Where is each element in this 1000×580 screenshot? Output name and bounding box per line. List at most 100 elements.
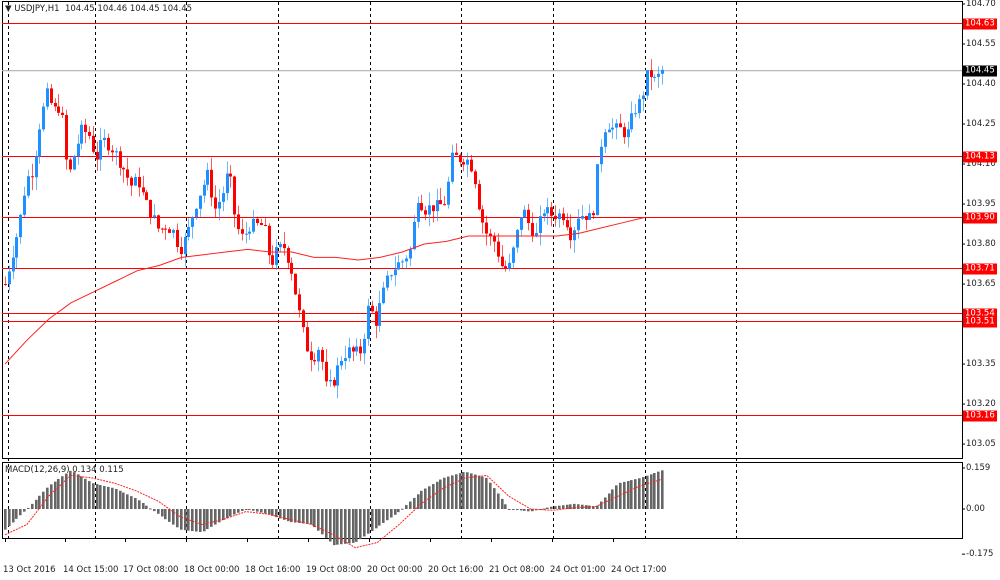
candle-body xyxy=(344,358,347,361)
candle-body xyxy=(451,152,454,182)
candle-body xyxy=(264,224,267,226)
macd-histogram-bar xyxy=(164,509,167,520)
candle-body xyxy=(233,176,236,215)
macd-histogram-bar xyxy=(203,509,206,532)
macd-histogram-bar xyxy=(443,477,446,509)
candle-body xyxy=(371,305,374,312)
macd-histogram-bar xyxy=(4,509,7,530)
macd-histogram-bar xyxy=(306,509,309,524)
macd-histogram-bar xyxy=(12,509,15,523)
macd-histogram-bar xyxy=(558,505,561,509)
candle-body xyxy=(401,261,404,263)
candle-body xyxy=(470,159,473,172)
macd-histogram-bar xyxy=(31,503,34,509)
macd-histogram-bar xyxy=(264,509,267,514)
candle-body xyxy=(661,69,664,74)
candle-body xyxy=(546,207,549,214)
candle-body xyxy=(203,184,206,196)
candle-body xyxy=(306,327,309,352)
candle-body xyxy=(413,221,416,250)
x-tick-label: 13 Oct 2016 xyxy=(3,565,56,575)
candle-body xyxy=(206,169,209,185)
candle-body xyxy=(310,351,313,360)
candle-body xyxy=(8,271,11,285)
candle-body xyxy=(69,159,72,170)
macd-histogram-bar xyxy=(161,509,164,517)
candle-body xyxy=(501,256,504,267)
candle-body xyxy=(459,154,462,163)
x-tick-label: 18 Oct 16:00 xyxy=(245,565,301,575)
candle-body xyxy=(15,237,18,258)
candle-body xyxy=(443,204,446,206)
candle-body xyxy=(88,131,91,136)
candle-body xyxy=(256,218,259,224)
macd-histogram-bar xyxy=(252,509,255,511)
candle-body xyxy=(485,222,488,234)
macd-histogram-bar xyxy=(237,509,240,513)
candle-body xyxy=(111,150,114,153)
macd-histogram-bar xyxy=(405,505,408,509)
candle-body xyxy=(386,275,389,288)
macd-histogram-bar xyxy=(35,499,38,509)
candle-body xyxy=(65,114,68,160)
candle-body xyxy=(558,213,561,220)
macd-histogram-bar xyxy=(19,509,22,516)
macd-histogram-bar xyxy=(661,470,664,509)
level-price-label: 103.90 xyxy=(963,212,997,223)
candle-body xyxy=(214,197,217,209)
x-tick-label: 21 Oct 08:00 xyxy=(489,565,545,575)
candle-body xyxy=(35,156,38,178)
symbol-label: USDJPY,H1 xyxy=(14,4,60,14)
candle-body xyxy=(176,229,179,247)
candle-body xyxy=(180,246,183,255)
macd-histogram-bar xyxy=(50,484,53,509)
candle-body xyxy=(577,218,580,231)
candle-body xyxy=(657,73,660,77)
macd-histogram-bar xyxy=(321,509,324,535)
macd-histogram-bar xyxy=(638,478,641,509)
candle-body xyxy=(122,167,125,170)
macd-histogram-bar xyxy=(600,501,603,509)
candle-body xyxy=(115,151,118,153)
y-tick-label: 103.20 xyxy=(966,399,996,410)
candle-body xyxy=(355,346,358,352)
dropdown-triangle-icon[interactable]: ▼ xyxy=(5,4,12,14)
level-price-label: 104.63 xyxy=(963,18,997,29)
candle-body xyxy=(290,262,293,274)
macd-histogram-bar xyxy=(355,509,358,542)
y-tick-label: 103.95 xyxy=(966,199,996,210)
macd-y-tick-label: -0.175 xyxy=(966,549,994,560)
candle-body xyxy=(397,262,400,270)
candle-body xyxy=(226,173,229,194)
y-tick-label: 103.05 xyxy=(966,439,996,450)
macd-histogram-bar xyxy=(657,471,660,509)
candle-body xyxy=(604,132,607,147)
macd-histogram-bar xyxy=(386,509,389,521)
candle-body xyxy=(585,216,588,220)
candle-body xyxy=(653,76,656,78)
candle-body xyxy=(252,218,255,232)
candle-body xyxy=(531,223,534,237)
candle-body xyxy=(199,195,202,209)
candle-body xyxy=(363,338,366,354)
candle-body xyxy=(619,123,622,128)
candle-body xyxy=(382,287,385,304)
candle-body xyxy=(455,152,458,155)
macd-y-tick-label: 0.00 xyxy=(966,504,985,514)
macd-histogram-bar xyxy=(352,509,355,543)
macd-histogram-bar xyxy=(489,482,492,509)
candle-body xyxy=(260,223,263,225)
candle-body xyxy=(275,247,278,265)
candle-body xyxy=(420,202,423,211)
candle-body xyxy=(321,349,324,362)
candle-body xyxy=(592,213,595,216)
x-tick-label: 14 Oct 15:00 xyxy=(63,565,119,575)
macd-histogram-bar xyxy=(119,490,122,509)
candle-body xyxy=(107,137,110,151)
macd-histogram-bar xyxy=(107,486,110,509)
macd-histogram-bar xyxy=(27,507,30,509)
candle-body xyxy=(283,244,286,249)
macd-histogram-bar xyxy=(378,509,381,526)
candle-body xyxy=(359,346,362,354)
candle-body xyxy=(317,349,320,362)
